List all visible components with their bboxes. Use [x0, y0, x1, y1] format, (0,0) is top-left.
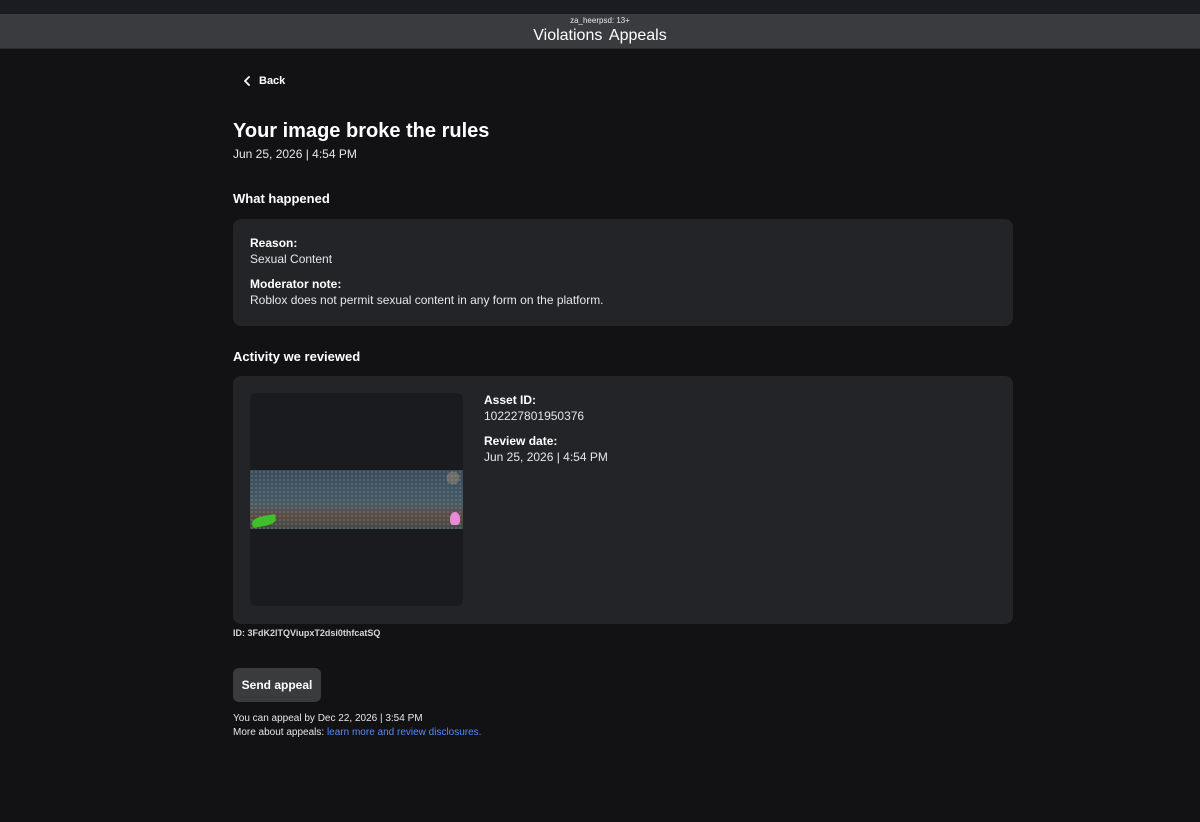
activity-heading: Activity we reviewed [233, 349, 361, 364]
back-label: Back [259, 75, 286, 87]
asset-id-label: Asset ID: [484, 393, 537, 407]
asset-id-value: 102227801950376 [484, 409, 585, 423]
header-title: Violations Appeals [533, 27, 667, 44]
appeal-deadline: You can appeal by Dec 22, 2026 | 3:54 PM [233, 713, 423, 724]
asset-thumbnail [250, 393, 463, 606]
chevron-left-icon [244, 76, 250, 86]
title-bar: za_heerpsd: 13+ Violations Appeals [0, 14, 1200, 49]
more-prefix: More about appeals: [233, 727, 327, 738]
review-date-label: Review date: [484, 434, 558, 448]
moderator-note-label: Moderator note: [250, 277, 342, 291]
page-title: Your image broke the rules [233, 120, 490, 142]
send-appeal-button[interactable]: Send appeal [233, 668, 321, 702]
what-happened-heading: What happened [233, 191, 330, 206]
back-button[interactable]: Back [243, 75, 285, 87]
learn-more-link[interactable]: learn more and review disclosures. [327, 727, 482, 738]
asset-image [250, 470, 463, 529]
user-label: za_heerpsd: 13+ [570, 16, 630, 25]
violation-id: ID: 3FdK2lTQViupxT2dsi0thfcatSQ [233, 628, 381, 638]
reason-value: Sexual Content [250, 252, 333, 266]
what-happened-card: Reason: Sexual Content Moderator note: R… [233, 219, 1013, 326]
reason-label: Reason: [250, 236, 298, 250]
appeal-more-info: More about appeals: learn more and revie… [233, 726, 481, 739]
top-strip [0, 0, 1200, 14]
moderator-note-value: Roblox does not permit sexual content in… [250, 293, 604, 307]
activity-card: Asset ID: 102227801950376 Review date: J… [233, 376, 1013, 624]
review-date-value: Jun 25, 2026 | 4:54 PM [484, 450, 608, 464]
page-date: Jun 25, 2026 | 4:54 PM [233, 147, 357, 161]
